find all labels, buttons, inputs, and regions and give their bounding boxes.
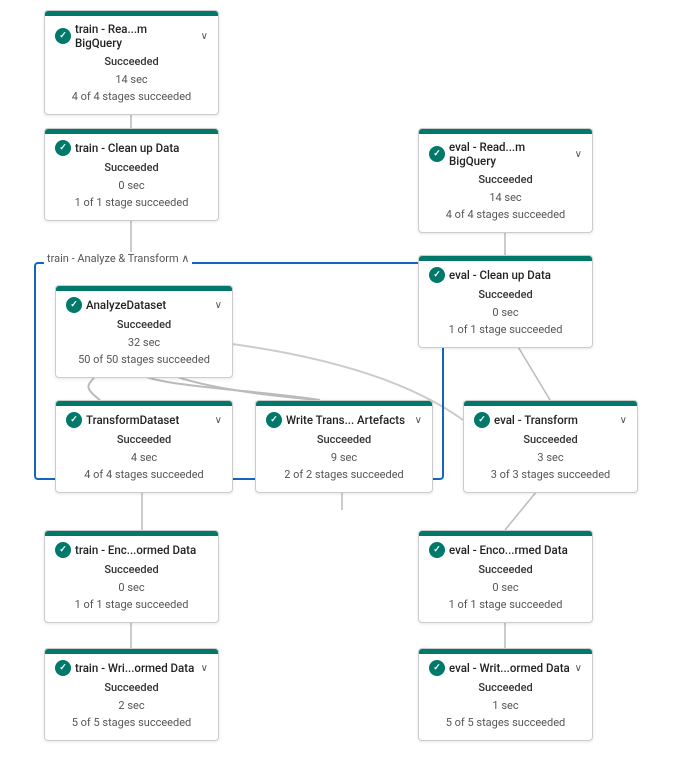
node-title: train - Enc...ormed Data (75, 543, 208, 557)
success-icon (55, 542, 71, 558)
node-eval-transform: eval - Transform ∨ Succeeded 3 sec 3 of … (463, 400, 638, 493)
chevron-icon[interactable]: ∨ (201, 663, 208, 674)
node-title: eval - Writ...ormed Data (449, 661, 571, 675)
success-icon (66, 412, 82, 428)
node-status: Succeeded 0 sec 1 of 1 stage succeeded (55, 159, 208, 212)
node-eval-enc-data: eval - Enco...rmed Data Succeeded 0 sec … (418, 530, 593, 623)
success-icon (66, 297, 82, 313)
pipeline-canvas: train - Analyze & Transform ∧ train - Re… (0, 0, 680, 764)
node-status: Succeeded 4 sec 4 of 4 stages succeeded (66, 431, 222, 484)
chevron-icon[interactable]: ∨ (620, 415, 627, 426)
chevron-icon[interactable]: ∨ (415, 415, 422, 426)
node-transform-dataset: TransformDataset ∨ Succeeded 4 sec 4 of … (55, 400, 233, 493)
node-train-wri-data: train - Wri...ormed Data ∨ Succeeded 2 s… (44, 648, 219, 741)
node-title: train - Wri...ormed Data (75, 661, 197, 675)
success-icon (429, 660, 445, 676)
group-label: train - Analyze & Transform ∧ (44, 252, 192, 265)
chevron-icon[interactable]: ∨ (215, 300, 222, 311)
node-title: train - Rea...m BigQuery (75, 22, 197, 50)
node-status: Succeeded 0 sec 1 of 1 stage succeeded (429, 286, 582, 339)
node-title: AnalyzeDataset (86, 298, 211, 312)
node-status: Succeeded 0 sec 1 of 1 stage succeeded (429, 561, 582, 614)
success-icon (429, 267, 445, 283)
success-icon (429, 542, 445, 558)
node-status: Succeeded 9 sec 2 of 2 stages succeeded (266, 431, 422, 484)
node-title: train - Clean up Data (75, 141, 208, 155)
node-title: eval - Clean up Data (449, 268, 582, 282)
node-title: eval - Transform (494, 413, 616, 427)
chevron-icon[interactable]: ∨ (575, 663, 582, 674)
node-status: Succeeded 32 sec 50 of 50 stages succeed… (66, 316, 222, 369)
node-status: Succeeded 3 sec 3 of 3 stages succeeded (474, 431, 627, 484)
node-analyze-dataset: AnalyzeDataset ∨ Succeeded 32 sec 50 of … (55, 285, 233, 378)
node-title: eval - Read...m BigQuery (449, 140, 571, 168)
node-title: eval - Enco...rmed Data (449, 543, 582, 557)
node-train-read-bq: train - Rea...m BigQuery ∨ Succeeded 14 … (44, 10, 219, 115)
success-icon (429, 146, 445, 162)
node-status: Succeeded 0 sec 1 of 1 stage succeeded (55, 561, 208, 614)
node-status: Succeeded 14 sec 4 of 4 stages succeeded (55, 53, 208, 106)
node-train-cleanup: train - Clean up Data Succeeded 0 sec 1 … (44, 128, 219, 221)
success-icon (55, 140, 71, 156)
node-title: Write Trans... Artefacts (286, 413, 411, 427)
success-icon (55, 660, 71, 676)
node-eval-writ-data: eval - Writ...ormed Data ∨ Succeeded 1 s… (418, 648, 593, 741)
chevron-icon[interactable]: ∨ (575, 149, 582, 160)
node-status: Succeeded 14 sec 4 of 4 stages succeeded (429, 171, 582, 224)
node-eval-read-bq: eval - Read...m BigQuery ∨ Succeeded 14 … (418, 128, 593, 233)
node-write-trans-artefacts: Write Trans... Artefacts ∨ Succeeded 9 s… (255, 400, 433, 493)
chevron-icon[interactable]: ∨ (201, 31, 208, 42)
success-icon (266, 412, 282, 428)
node-status: Succeeded 1 sec 5 of 5 stages succeeded (429, 679, 582, 732)
node-eval-cleanup: eval - Clean up Data Succeeded 0 sec 1 o… (418, 255, 593, 348)
chevron-icon[interactable]: ∨ (215, 415, 222, 426)
success-icon (55, 28, 71, 44)
node-title: TransformDataset (86, 413, 211, 427)
node-train-enc-data: train - Enc...ormed Data Succeeded 0 sec… (44, 530, 219, 623)
node-status: Succeeded 2 sec 5 of 5 stages succeeded (55, 679, 208, 732)
success-icon (474, 412, 490, 428)
